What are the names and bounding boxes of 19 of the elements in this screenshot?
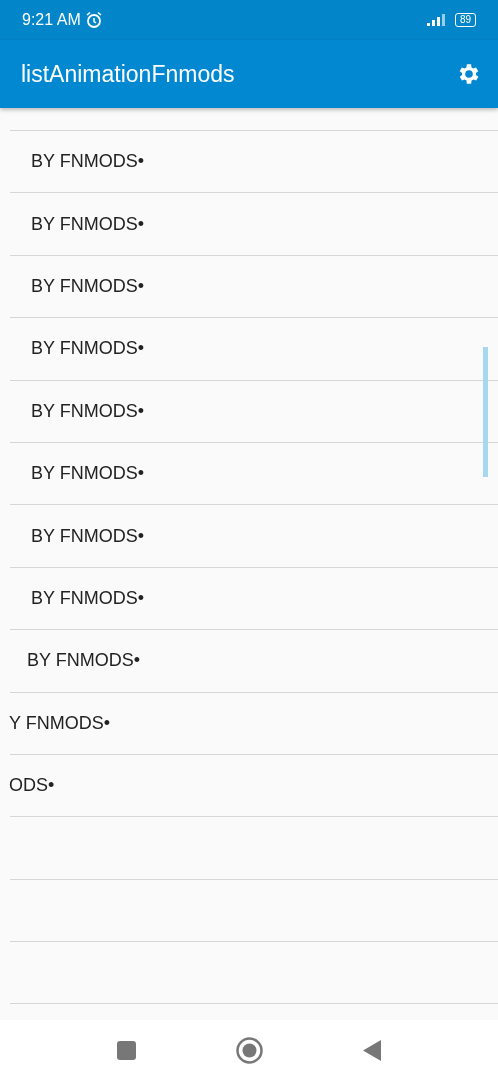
list-item-text[interactable]: BY FNMODS• — [10, 210, 144, 238]
list-item-text[interactable]: Y FNMODS• — [9, 709, 110, 737]
list-item-text[interactable]: BY FNMODS• — [10, 647, 140, 675]
alarm-icon — [84, 11, 103, 29]
square-icon[interactable] — [117, 1040, 136, 1060]
status-time: 9:21 AM — [22, 10, 81, 30]
list-item-text[interactable]: BY FNMODS• — [10, 335, 144, 363]
list-item-text[interactable]: BY FNMODS• — [10, 584, 144, 612]
list-item-text[interactable]: BY FNMODS• — [10, 148, 144, 176]
list-item-text[interactable]: BY FNMODS• — [10, 397, 144, 425]
battery-indicator: 89 — [454, 13, 476, 27]
list-item-text[interactable]: BY FNMODS• — [10, 522, 144, 550]
list-item-text[interactable]: BY FNMODS• — [10, 460, 144, 488]
home-icon[interactable] — [236, 1036, 263, 1064]
app-title: listAnimationFnmods — [21, 59, 235, 89]
list-item-text[interactable]: ODS• — [9, 772, 55, 800]
back-icon[interactable] — [363, 1039, 381, 1061]
list-item-text[interactable]: BY FNMODS• — [10, 272, 144, 300]
signal-icon — [426, 14, 447, 26]
